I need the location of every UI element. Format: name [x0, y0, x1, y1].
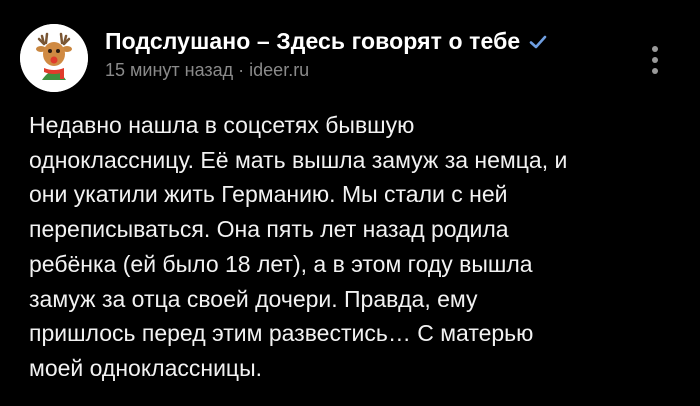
post-text-line: переписываться. Она пять лет назад родил…: [29, 216, 509, 243]
more-vertical-icon: [652, 68, 658, 74]
post-text-line: Недавно нашла в соцсетях бывшую: [29, 112, 415, 138]
post-text-line: ребёнка (ей было 18 лет), а в этом году …: [29, 250, 533, 277]
meta-separator: ·: [238, 60, 245, 80]
post-source[interactable]: ideer.ru: [249, 60, 309, 80]
post-text-line: моей одноклассницы.: [29, 354, 263, 381]
post-header: Подслушано – Здесь говорят о тебе: [105, 28, 548, 55]
post-text-line: замуж за отца своей дочери. Правда, ему: [29, 285, 478, 312]
post-meta: 15 минут назад · ideer.ru: [105, 60, 309, 81]
verified-checkmark-icon: [529, 35, 547, 48]
post-text-line: пришлось перед этим развестись… С матерь…: [29, 320, 534, 347]
more-options-button[interactable]: [640, 40, 670, 80]
avatar[interactable]: [20, 24, 88, 92]
post-card: Подслушано – Здесь говорят о тебе 15 мин…: [0, 0, 700, 406]
post-text-line: одноклассницу. Её мать вышла замуж за не…: [29, 146, 568, 173]
reindeer-logo-icon: [20, 24, 88, 92]
more-vertical-icon: [652, 46, 658, 52]
post-text-line: они укатили жить Германию. Мы стали с не…: [29, 181, 508, 208]
post-text: Недавно нашла в соцсетях бывшую одноклас…: [29, 108, 689, 386]
author-name[interactable]: Подслушано – Здесь говорят о тебе: [105, 28, 520, 55]
post-time: 15 минут назад: [105, 60, 234, 80]
more-vertical-icon: [652, 57, 658, 63]
